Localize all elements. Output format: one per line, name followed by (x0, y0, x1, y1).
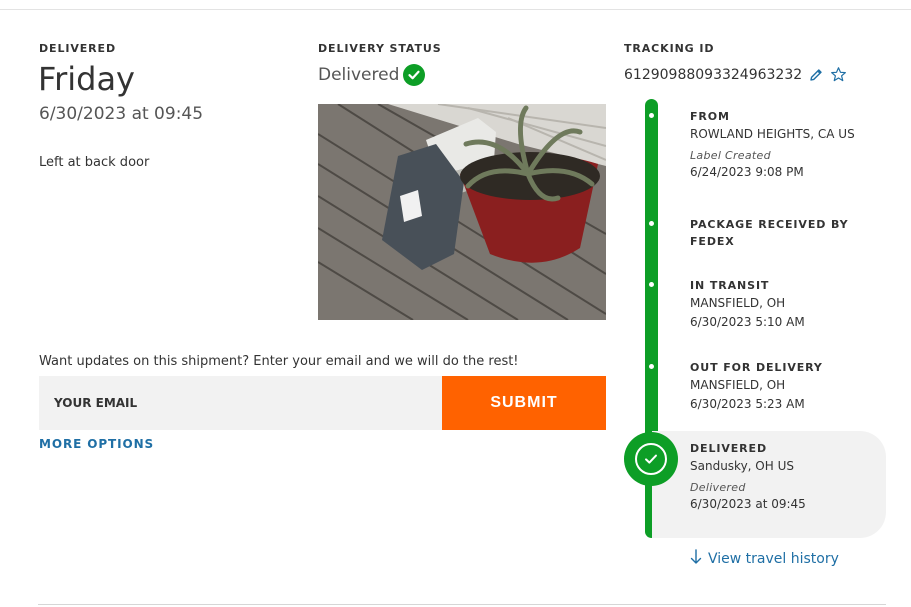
more-options-link[interactable]: MORE OPTIONS (39, 437, 154, 451)
event-location: MANSFIELD, OH (690, 296, 786, 310)
star-icon[interactable] (830, 66, 847, 83)
delivered-day: Friday (38, 60, 135, 98)
timeline-dot (649, 282, 654, 287)
event-time: 6/24/2023 9:08 PM (690, 165, 804, 179)
check-circle-icon (403, 64, 426, 86)
tracking-id-label: TRACKING ID (624, 42, 715, 55)
tracking-id: 61290988093324963232 (624, 66, 803, 83)
event-location: ROWLAND HEIGHTS, CA US (690, 127, 855, 141)
email-field[interactable] (52, 395, 436, 411)
timeline-event-out-for-delivery: OUT FOR DELIVERY MANSFIELD, OH 6/30/2023… (690, 359, 880, 414)
timeline-event-from: FROM ROWLAND HEIGHTS, CA US Label Create… (690, 108, 880, 182)
event-time: 6/30/2023 5:23 AM (690, 397, 805, 411)
event-title: OUT FOR DELIVERY (690, 361, 823, 374)
event-location: MANSFIELD, OH (690, 378, 786, 392)
proof-of-delivery-photo (317, 103, 607, 321)
view-travel-history-link[interactable]: View travel history (690, 549, 839, 569)
pencil-icon[interactable] (808, 67, 824, 83)
updates-prompt: Want updates on this shipment? Enter you… (39, 354, 519, 369)
timeline-dot (649, 221, 654, 226)
top-divider (0, 9, 911, 10)
event-title: IN TRANSIT (690, 279, 770, 292)
bottom-divider (38, 604, 886, 605)
delivery-note: Left at back door (39, 155, 150, 170)
timeline-dot (649, 364, 654, 369)
view-travel-history-label: View travel history (708, 551, 839, 567)
event-title-line2: FEDEX (690, 235, 735, 248)
event-title: PACKAGE RECEIVED BY (690, 218, 849, 231)
delivery-status: Delivered (318, 64, 426, 86)
event-location: Sandusky, OH US (690, 459, 794, 473)
event-status: Delivered (690, 481, 746, 494)
delivered-label: DELIVERED (39, 42, 116, 55)
delivered-check-icon (624, 432, 678, 486)
delivery-status-label: DELIVERY STATUS (318, 42, 442, 55)
timeline-dot (649, 113, 654, 118)
event-time: 6/30/2023 5:10 AM (690, 315, 805, 329)
timeline-event-received: PACKAGE RECEIVED BY FEDEX (690, 216, 880, 250)
submit-button[interactable]: SUBMIT (442, 376, 606, 430)
timeline-event-in-transit: IN TRANSIT MANSFIELD, OH 6/30/2023 5:10 … (690, 277, 880, 332)
timeline-event-delivered: DELIVERED Sandusky, OH US Delivered 6/30… (690, 440, 880, 514)
event-title: FROM (690, 110, 730, 123)
delivered-datetime: 6/30/2023 at 09:45 (39, 104, 204, 124)
arrow-down-icon (690, 549, 702, 569)
event-status: Label Created (690, 149, 771, 162)
delivery-status-text: Delivered (318, 65, 400, 85)
event-time: 6/30/2023 at 09:45 (690, 497, 806, 511)
event-title: DELIVERED (690, 442, 767, 455)
tracking-id-row: 61290988093324963232 (624, 66, 847, 83)
email-field-container (39, 376, 442, 430)
